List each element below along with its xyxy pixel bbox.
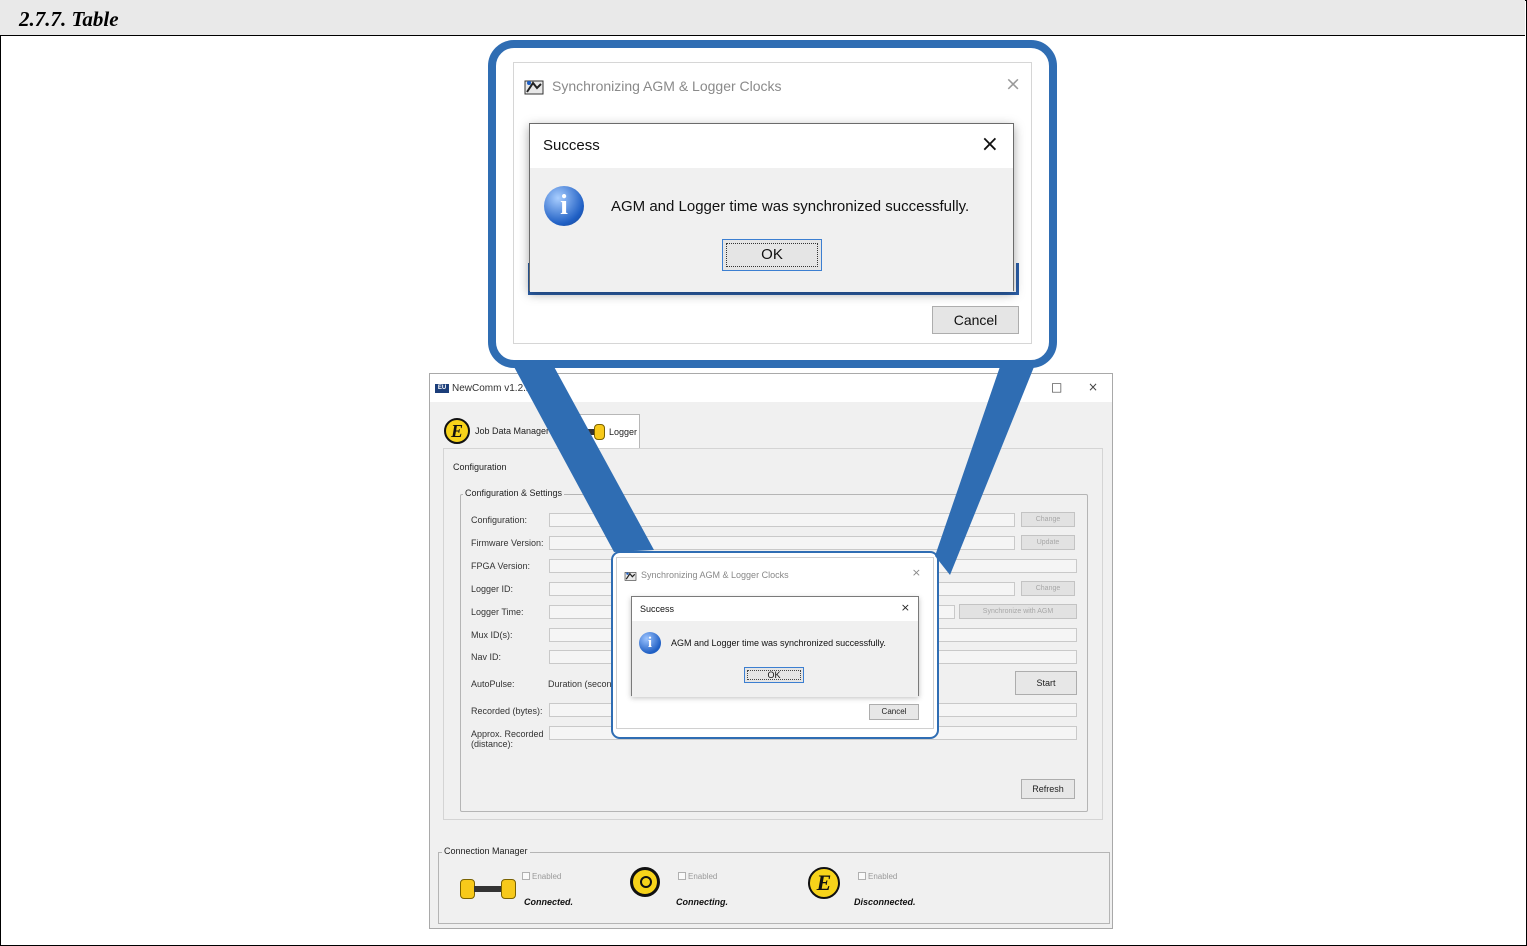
checkbox-icon	[858, 872, 866, 880]
app-title: NewComm v1.2.22	[452, 383, 538, 394]
message-box-header: Success ×	[530, 124, 1013, 168]
logger-enabled-checkbox[interactable]: Enabled	[522, 872, 561, 881]
tab-job-data-manager[interactable]: E Job Data Manager	[444, 414, 559, 448]
ok-button-label: OK	[761, 246, 783, 263]
configuration-label: Configuration:	[471, 515, 528, 525]
fpga-version-label: FPGA Version:	[471, 561, 531, 571]
nav-id-label: Nav ID:	[471, 652, 502, 662]
job-data-status: Disconnected.	[854, 897, 916, 907]
zoomed-success-message-box: Success × i AGM and Logger time was sync…	[529, 123, 1014, 292]
tab-logger[interactable]: Logger	[560, 414, 640, 448]
job-data-connection: E Enabled Disconnected.	[808, 867, 948, 907]
zoomed-cancel-button[interactable]: Cancel	[932, 306, 1019, 334]
message-box-close-icon[interactable]: ×	[981, 132, 999, 157]
checkbox-icon	[522, 872, 530, 880]
tab-configuration[interactable]: Configuration	[453, 462, 507, 472]
recorded-bytes-label: Recorded (bytes):	[471, 706, 543, 716]
logger-icon	[567, 423, 605, 440]
update-firmware-button[interactable]: Update	[1021, 535, 1075, 550]
message-box-title: Success	[543, 137, 600, 154]
tab-label: Job Data Manager	[475, 426, 550, 436]
cancel-button[interactable]: Cancel	[869, 704, 919, 720]
connection-manager-title: Connection Manager	[442, 846, 530, 856]
synchronize-with-agm-button[interactable]: Synchronize with AGM	[959, 604, 1077, 619]
firmware-version-field	[549, 536, 1015, 550]
logger-connection: Enabled Connected.	[460, 867, 600, 907]
info-icon: i	[544, 186, 584, 226]
e-logo-icon: E	[808, 867, 840, 899]
ok-button-label: OK	[767, 670, 781, 680]
approx-recorded-label: Approx. Recorded (distance):	[471, 729, 544, 749]
e-logo-icon: E	[444, 418, 470, 444]
app-titlebar: EU NewComm v1.2.22 – □ ×	[430, 374, 1112, 402]
mux-ids-label: Mux ID(s):	[471, 630, 513, 640]
signal-enabled-checkbox[interactable]: Enabled	[678, 872, 717, 881]
logger-status: Connected.	[524, 897, 574, 907]
small-sync-dialog: Synchronizing AGM & Logger Clocks × Succ…	[616, 557, 934, 729]
checkbox-icon	[678, 872, 686, 880]
app-icon: EU	[435, 384, 449, 393]
checkbox-label: Enabled	[868, 872, 898, 881]
config-settings-title: Configuration & Settings	[463, 488, 565, 498]
change-logger-id-button[interactable]: Change	[1021, 581, 1075, 596]
sync-app-icon	[624, 568, 637, 581]
success-message: AGM and Logger time was synchronized suc…	[611, 198, 970, 215]
zoomed-ok-button[interactable]: OK	[722, 239, 822, 271]
message-box-close-icon[interactable]: ×	[901, 601, 910, 614]
ok-button[interactable]: OK	[744, 667, 804, 683]
refresh-button[interactable]: Refresh	[1021, 779, 1075, 799]
message-box-body: i AGM and Logger time was synchronized s…	[530, 168, 1013, 292]
change-config-button[interactable]: Change	[1021, 512, 1075, 527]
job-data-enabled-checkbox[interactable]: Enabled	[858, 872, 897, 881]
firmware-version-label: Firmware Version:	[471, 538, 544, 548]
small-dialog-title: Synchronizing AGM & Logger Clocks	[641, 570, 789, 580]
checkbox-label: Enabled	[688, 872, 718, 881]
document-heading: 2.7.7. Table	[19, 7, 119, 31]
checkbox-label: Enabled	[532, 872, 562, 881]
tab-label: Logger	[609, 426, 638, 437]
success-message: AGM and Logger time was synchronized suc…	[671, 638, 886, 648]
minimize-button[interactable]: –	[1020, 380, 1026, 394]
sync-app-icon	[524, 77, 544, 95]
configuration-field	[549, 513, 1015, 527]
message-box-title: Success	[640, 604, 675, 614]
info-icon: i	[639, 632, 661, 654]
small-dialog-close-icon[interactable]: ×	[912, 566, 921, 579]
signal-connection: Enabled Connecting.	[630, 867, 770, 907]
small-success-message-box: Success × i AGM and Logger time was sync…	[631, 596, 919, 697]
start-button[interactable]: Start	[1015, 671, 1077, 695]
message-box-header: Success ×	[632, 597, 918, 621]
maximize-button[interactable]: □	[1051, 380, 1062, 394]
close-button[interactable]: ×	[1088, 380, 1098, 394]
document-heading-row: 2.7.7. Table	[0, 0, 1525, 36]
logger-time-label: Logger Time:	[471, 607, 524, 617]
logger-icon	[460, 879, 518, 899]
logger-id-label: Logger ID:	[471, 584, 514, 594]
message-box-body: i AGM and Logger time was synchronized s…	[632, 621, 918, 697]
autopulse-label: AutoPulse:	[471, 679, 515, 689]
signal-status: Connecting.	[676, 897, 728, 907]
zoomed-dialog-close-icon[interactable]: ×	[1005, 73, 1021, 95]
zoomed-dialog-title: Synchronizing AGM & Logger Clocks	[552, 78, 782, 94]
signal-icon	[630, 867, 660, 897]
